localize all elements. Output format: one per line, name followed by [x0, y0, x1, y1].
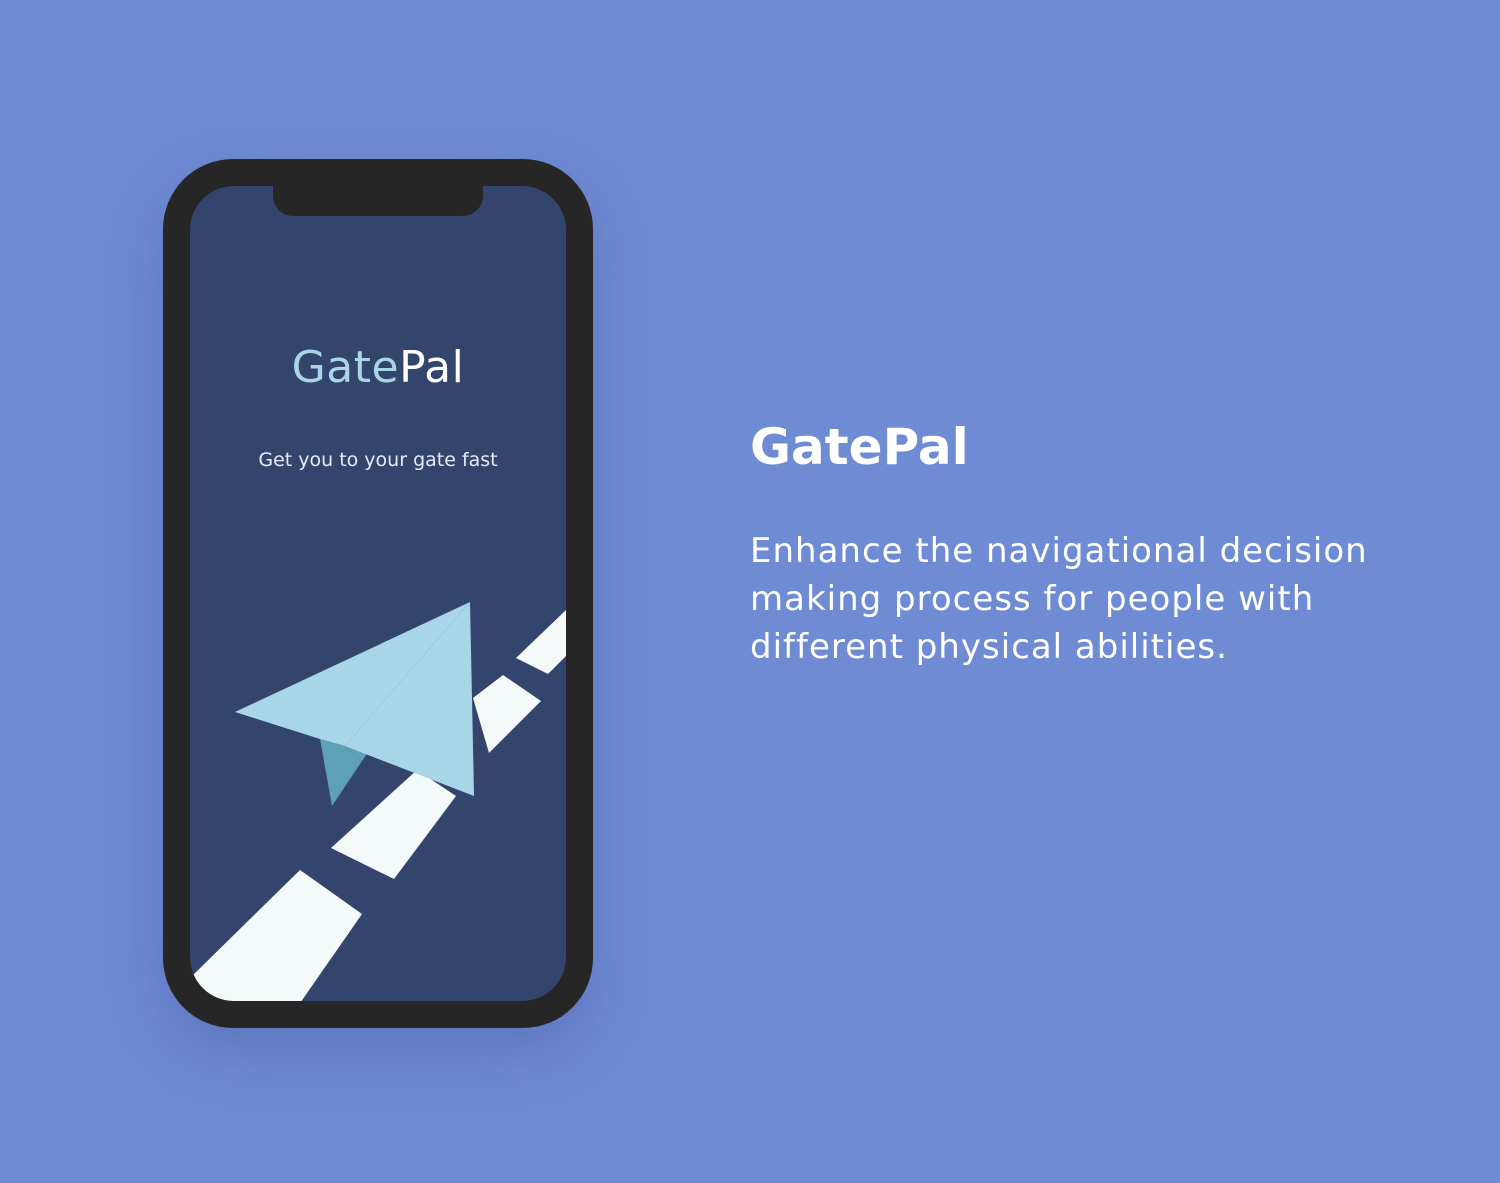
phone-mockup: GatePal Get you to your gate fast — [163, 159, 593, 1028]
paper-plane-icon — [235, 602, 474, 806]
headline: GatePal — [750, 418, 969, 476]
phone-screen: GatePal Get you to your gate fast — [190, 186, 566, 1001]
description: Enhance the navigational decision making… — [750, 531, 1368, 667]
phone-notch — [273, 186, 483, 216]
